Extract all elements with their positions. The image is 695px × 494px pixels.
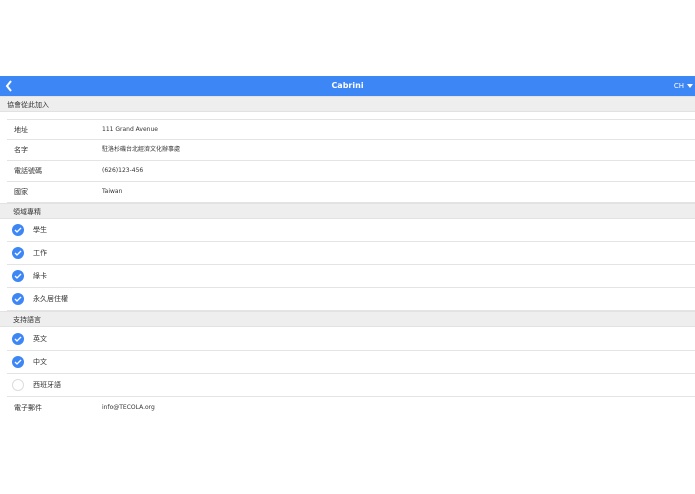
- checkmark-icon: [12, 224, 24, 236]
- language-selector[interactable]: CH: [674, 76, 695, 96]
- email-input[interactable]: [102, 398, 502, 418]
- name-label: 名字: [14, 146, 28, 154]
- specialty-label: 工作: [33, 249, 47, 257]
- specialty-label: 永久居住權: [33, 295, 68, 303]
- country-label: 國家: [14, 188, 28, 196]
- checkmark-icon: [12, 333, 24, 345]
- languages-title: 支持語言: [13, 316, 41, 324]
- email-row: 電子郵件: [7, 398, 695, 420]
- checkmark-icon: [12, 356, 24, 368]
- phone-input[interactable]: [102, 161, 502, 181]
- language-item[interactable]: 西班牙語: [7, 374, 695, 397]
- specialties-title: 領域專精: [13, 208, 41, 216]
- language-label: CH: [673, 82, 684, 90]
- specialty-label: 學生: [33, 226, 47, 234]
- address-label: 地址: [14, 126, 28, 134]
- checkmark-icon: [12, 270, 24, 282]
- unchecked-circle-icon: [12, 379, 24, 391]
- nav-bar: Cabrini CH: [0, 76, 695, 96]
- page-title: 協會從此加入: [0, 96, 695, 112]
- specialties-header: 領域專精: [0, 203, 695, 219]
- checkmark-icon: [12, 247, 24, 259]
- name-row: 名字: [7, 140, 695, 161]
- languages-header: 支持語言: [0, 311, 695, 327]
- language-item-label: 中文: [33, 358, 47, 366]
- language-item[interactable]: 中文: [7, 351, 695, 374]
- phone-row: 電話號碼: [7, 161, 695, 182]
- checkmark-icon: [12, 293, 24, 305]
- specialty-item[interactable]: 學生: [7, 219, 695, 242]
- specialty-item[interactable]: 永久居住權: [7, 288, 695, 311]
- name-input[interactable]: [102, 140, 502, 160]
- specialty-item[interactable]: 綠卡: [7, 265, 695, 288]
- specialty-label: 綠卡: [33, 272, 47, 280]
- page-header-title: Cabrini: [331, 81, 364, 90]
- page-title-text: 協會從此加入: [7, 101, 49, 109]
- email-label: 電子郵件: [14, 404, 42, 412]
- address-row: 地址: [7, 119, 695, 140]
- country-row: 國家: [7, 182, 695, 203]
- country-input[interactable]: [102, 182, 502, 202]
- language-item-label: 英文: [33, 335, 47, 343]
- caret-down-icon: [687, 84, 693, 88]
- address-input[interactable]: [102, 120, 502, 140]
- language-item[interactable]: 英文: [7, 328, 695, 351]
- language-item-label: 西班牙語: [33, 381, 61, 389]
- phone-label: 電話號碼: [14, 167, 42, 175]
- specialty-item[interactable]: 工作: [7, 242, 695, 265]
